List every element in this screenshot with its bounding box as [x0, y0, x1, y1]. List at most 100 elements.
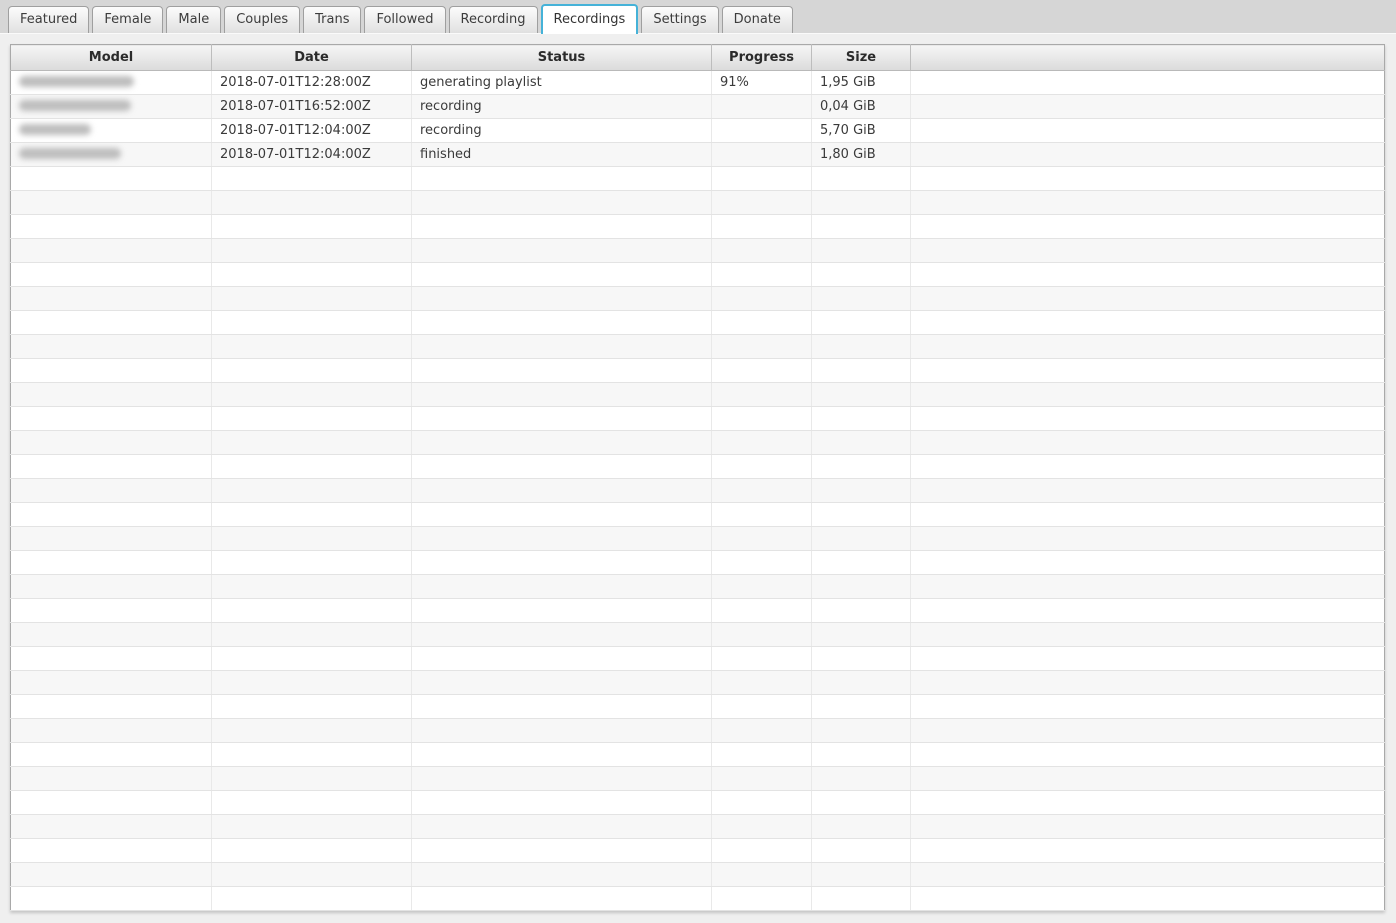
empty-cell: [811, 646, 911, 671]
empty-cell: [811, 886, 911, 911]
empty-cell: [910, 382, 1385, 407]
table-row-empty: [10, 670, 1385, 695]
tab-followed[interactable]: Followed: [364, 6, 446, 33]
empty-cell: [211, 286, 412, 311]
table-row[interactable]: 2018-07-01T12:28:00Z generating playlist…: [10, 70, 1385, 95]
tab-trans[interactable]: Trans: [303, 6, 362, 33]
empty-cell: [411, 670, 712, 695]
cell-size: 1,95 GiB: [811, 70, 911, 95]
empty-cell: [711, 526, 812, 551]
tab-recording[interactable]: Recording: [448, 6, 538, 33]
empty-cell: [211, 262, 412, 287]
empty-cell: [910, 670, 1385, 695]
empty-cell: [211, 310, 412, 335]
empty-cell: [211, 190, 412, 215]
empty-cell: [411, 598, 712, 623]
empty-cell: [711, 430, 812, 455]
empty-cell: [811, 454, 911, 479]
column-header-size[interactable]: Size: [811, 44, 911, 71]
empty-cell: [910, 694, 1385, 719]
empty-cell: [711, 382, 812, 407]
cell-model: [10, 70, 212, 95]
empty-cell: [10, 526, 212, 551]
empty-cell: [10, 502, 212, 527]
table-row[interactable]: 2018-07-01T12:04:00Z recording 5,70 GiB: [10, 118, 1385, 143]
column-header-model[interactable]: Model: [10, 44, 212, 71]
empty-cell: [811, 694, 911, 719]
tab-donate[interactable]: Donate: [721, 6, 793, 33]
cell-model: [10, 142, 212, 167]
empty-cell: [211, 646, 412, 671]
empty-cell: [411, 454, 712, 479]
model-name-redacted: [19, 76, 134, 87]
empty-cell: [211, 430, 412, 455]
tab-male[interactable]: Male: [166, 6, 222, 33]
table-row[interactable]: 2018-07-01T12:04:00Z finished 1,80 GiB: [10, 142, 1385, 167]
empty-cell: [10, 478, 212, 503]
empty-cell: [910, 550, 1385, 575]
empty-cell: [411, 622, 712, 647]
empty-cell: [910, 598, 1385, 623]
table-row-empty: [10, 166, 1385, 191]
cell-status: finished: [411, 142, 712, 167]
empty-cell: [910, 646, 1385, 671]
table-row-empty: [10, 886, 1385, 911]
empty-cell: [910, 166, 1385, 191]
cell-date: 2018-07-01T12:28:00Z: [211, 70, 412, 95]
empty-cell: [10, 166, 212, 191]
empty-cell: [910, 574, 1385, 599]
empty-cell: [711, 574, 812, 599]
empty-cell: [211, 766, 412, 791]
empty-cell: [411, 334, 712, 359]
tab-settings[interactable]: Settings: [641, 6, 719, 33]
table-row-empty: [10, 742, 1385, 767]
empty-cell: [711, 166, 812, 191]
table-row-empty: [10, 382, 1385, 407]
empty-cell: [411, 694, 712, 719]
empty-cell: [711, 598, 812, 623]
cell-size: 5,70 GiB: [811, 118, 911, 143]
empty-cell: [811, 430, 911, 455]
column-header-progress[interactable]: Progress: [711, 44, 812, 71]
empty-cell: [211, 742, 412, 767]
model-name-redacted: [19, 100, 131, 111]
table-row[interactable]: 2018-07-01T16:52:00Z recording 0,04 GiB: [10, 94, 1385, 119]
empty-cell: [10, 814, 212, 839]
empty-cell: [910, 190, 1385, 215]
column-header-status[interactable]: Status: [411, 44, 712, 71]
empty-cell: [711, 646, 812, 671]
table-row-empty: [10, 694, 1385, 719]
tab-couples[interactable]: Couples: [224, 6, 301, 33]
empty-cell: [411, 646, 712, 671]
empty-cell: [711, 838, 812, 863]
empty-cell: [411, 214, 712, 239]
tab-recordings[interactable]: Recordings: [540, 4, 639, 34]
empty-cell: [711, 886, 812, 911]
cell-progress: 91%: [711, 70, 812, 95]
column-header-date[interactable]: Date: [211, 44, 412, 71]
empty-cell: [711, 214, 812, 239]
empty-cell: [910, 502, 1385, 527]
table-row-empty: [10, 334, 1385, 359]
empty-cell: [411, 526, 712, 551]
empty-cell: [711, 478, 812, 503]
empty-cell: [411, 286, 712, 311]
empty-cell: [811, 190, 911, 215]
table-row-empty: [10, 814, 1385, 839]
tab-female[interactable]: Female: [92, 6, 164, 33]
empty-cell: [811, 838, 911, 863]
empty-cell: [211, 574, 412, 599]
empty-cell: [211, 550, 412, 575]
empty-cell: [711, 694, 812, 719]
empty-cell: [10, 862, 212, 887]
empty-cell: [811, 478, 911, 503]
cell-extra: [910, 70, 1385, 95]
table-row-empty: [10, 718, 1385, 743]
empty-cell: [411, 406, 712, 431]
empty-cell: [211, 382, 412, 407]
table-row-empty: [10, 550, 1385, 575]
tab-featured[interactable]: Featured: [8, 6, 90, 33]
empty-cell: [711, 742, 812, 767]
cell-model: [10, 118, 212, 143]
empty-cell: [910, 622, 1385, 647]
